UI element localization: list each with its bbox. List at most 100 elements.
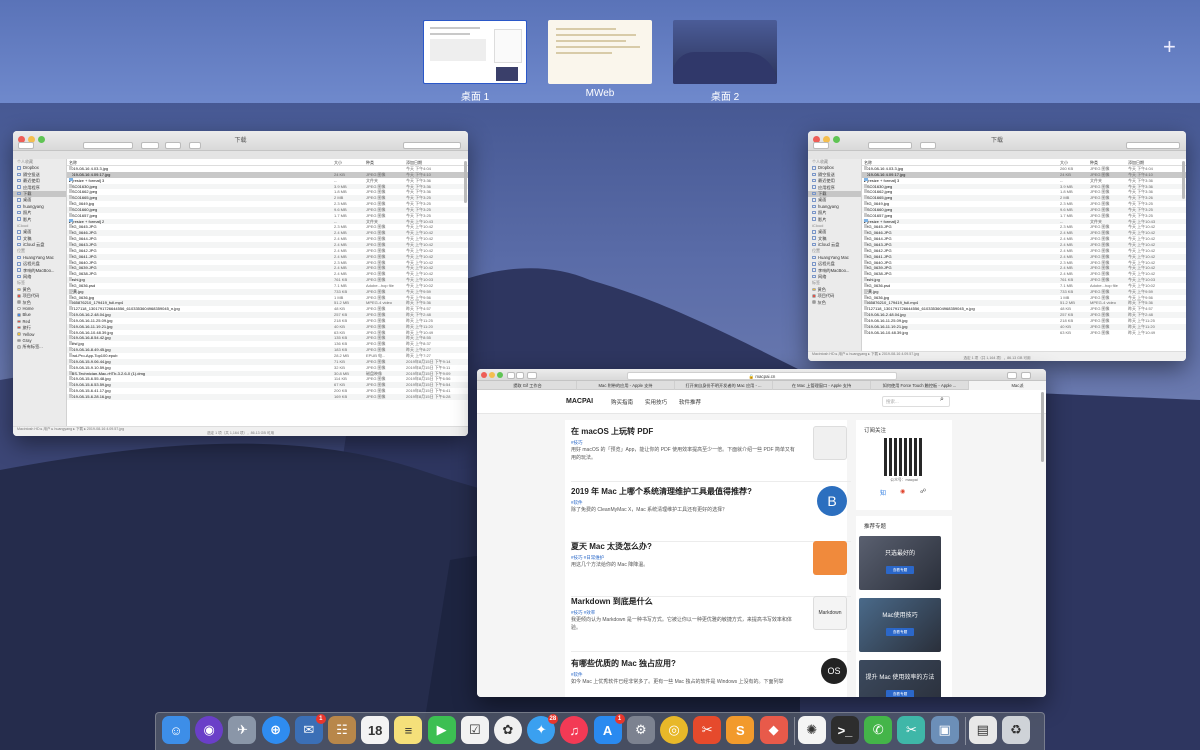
browser-tab[interactable]: Mac 附带的应用 - Apple 支持 (577, 381, 675, 390)
article-title[interactable]: Markdown 到底是什么 (571, 596, 653, 607)
safari-icon[interactable]: ⊕ (261, 716, 290, 744)
article-title[interactable]: 2019 年 Mac 上哪个系统清理维护工具最值得推荐? (571, 486, 752, 497)
finder-window-left[interactable]: 下载 个人收藏 Dropbox 隔空投送 最近使用 应用程序 下载 桌面 huangyang 照… (13, 131, 468, 436)
trash-icon[interactable]: ♻ (1002, 716, 1030, 744)
column-name[interactable]: 名称 (864, 159, 872, 166)
system-preferences-icon[interactable]: ⚙ (626, 716, 655, 744)
terminal-icon[interactable]: >_ (831, 716, 859, 744)
sublime-icon[interactable]: S (726, 716, 755, 744)
music-icon[interactable]: ♫ (560, 716, 589, 744)
browser-tab[interactable]: Mac派 (969, 381, 1046, 390)
preview-icon[interactable]: ▣ (930, 716, 959, 744)
pdf-thumbnail[interactable] (813, 426, 847, 460)
calendar-icon[interactable]: 18 (361, 716, 390, 744)
article-tags[interactable]: #软件 (571, 500, 583, 506)
sidebar-item[interactable]: 所有标签... (13, 344, 66, 350)
laptop-thumbnail[interactable] (813, 541, 847, 575)
nav-item-tips[interactable]: 实用技巧 (645, 398, 667, 406)
column-date[interactable]: 添加日期 (1128, 159, 1144, 166)
browser-tab[interactable]: 在 Mac 上管理窗口 - Apple 支持 (773, 381, 871, 390)
markdown-thumbnail[interactable]: Markdown (813, 596, 847, 630)
browser-tab[interactable]: 提取 Gif 工作台 (479, 381, 577, 390)
file-row[interactable]: 2019-08-16-10.48.39.jpg 63 KB JPEG 图像 昨天 上午… (862, 329, 1186, 336)
facetime-icon[interactable]: ▶ (427, 716, 456, 744)
action-button[interactable] (920, 142, 936, 149)
article-tags[interactable]: #技巧 #效率 (571, 610, 595, 616)
share-button[interactable] (189, 142, 201, 149)
article-item[interactable]: Markdown 到底是什么 #技巧 #效率 我更倾向认为 Markdown 是一种… (571, 596, 851, 652)
rss-icon[interactable]: ☍ (920, 488, 926, 495)
space-thumbnail-desktop-2[interactable] (673, 20, 777, 84)
column-kind[interactable]: 种类 (1090, 159, 1098, 166)
article-title[interactable]: 夏天 Mac 太烫怎么办? (571, 541, 652, 552)
contacts-icon[interactable]: ☷ (328, 716, 356, 744)
macos-thumbnail[interactable]: OS (821, 658, 847, 684)
utility-icon[interactable]: ✂ (897, 716, 926, 744)
weibo-icon[interactable]: ◉ (900, 488, 905, 495)
topic-card[interactable]: 只选最好的 查看专题 (859, 536, 941, 590)
reminders-icon[interactable]: ☑ (460, 716, 489, 744)
file-row[interactable]: 2019-08-15-6.28.16.jpg 169 KB JPEG 图像 2019年… (67, 393, 468, 400)
sidebar-button[interactable] (527, 371, 537, 379)
column-size[interactable]: 大小 (334, 159, 342, 166)
app-red-icon[interactable]: ✂ (693, 716, 722, 744)
wechat-icon[interactable]: ✆ (864, 716, 893, 744)
article-title[interactable]: 在 macOS 上玩转 PDF (571, 426, 653, 437)
search-field[interactable] (1126, 142, 1180, 149)
action-button[interactable] (165, 142, 181, 149)
column-date[interactable]: 添加日期 (406, 159, 422, 166)
zoom-button[interactable] (497, 371, 503, 378)
pinwheel-icon[interactable]: ✺ (797, 716, 826, 744)
column-size[interactable]: 大小 (1060, 159, 1068, 166)
add-space-button[interactable]: + (1163, 36, 1176, 58)
view-mode-buttons[interactable] (83, 142, 133, 149)
arrange-button[interactable] (141, 142, 159, 149)
forward-button[interactable] (516, 371, 524, 379)
browser-tab[interactable]: 如何使用 Force Touch 触控板 - Apple ... (871, 381, 969, 390)
article-item[interactable]: 在 macOS 上玩转 PDF #技巧 用好 macOS 的「预览」App，能让你的… (571, 426, 851, 482)
back-forward-buttons[interactable] (813, 142, 829, 149)
zhihu-icon[interactable]: 知 (880, 488, 886, 497)
view-topic-button[interactable]: 查看专题 (886, 690, 914, 697)
launchpad-icon[interactable]: ✈ (228, 716, 257, 744)
minimize-button[interactable] (489, 371, 495, 378)
chrome-icon[interactable]: ◎ (660, 716, 688, 744)
mail-photo-icon[interactable]: ✉ 1 (294, 714, 326, 744)
page-scrollbar[interactable] (1041, 392, 1044, 462)
sidebar-item[interactable]: 灰色 (808, 300, 861, 306)
scrollbar[interactable] (1182, 161, 1185, 199)
close-button[interactable] (481, 371, 487, 378)
space-thumbnail-desktop-1[interactable] (423, 20, 527, 84)
article-item[interactable]: 夏天 Mac 太烫怎么办? #技巧 #日常维护 用这几个方法给你的 Mac 降降温。 (571, 541, 851, 597)
back-button[interactable] (507, 371, 515, 379)
topic-card[interactable]: 提升 Mac 使用效率的方法 查看专题 (859, 660, 941, 697)
column-kind[interactable]: 种类 (366, 159, 374, 166)
browser-tab[interactable]: 打开来自身份不明开发者的 Mac 应用 - ... (675, 381, 773, 390)
back-forward-buttons[interactable] (18, 142, 34, 149)
search-icon[interactable]: ⌕ (940, 396, 944, 404)
article-item[interactable]: 2019 年 Mac 上哪个系统清理维护工具最值得推荐? #软件 除了免费的 Cle… (571, 486, 851, 542)
search-field[interactable] (403, 142, 461, 149)
address-bar[interactable]: 🔒 macpai.cn (627, 371, 897, 380)
site-logo[interactable]: MACPAI (566, 398, 593, 405)
article-tags[interactable]: #技巧 #日常维护 (571, 555, 604, 561)
article-title[interactable]: 有哪些优质的 Mac 独占应用? (571, 658, 676, 669)
column-name[interactable]: 名称 (69, 159, 77, 166)
space-thumbnail-mweb[interactable] (548, 20, 652, 84)
view-topic-button[interactable]: 查看专题 (886, 566, 914, 574)
share-button[interactable] (1007, 371, 1017, 379)
view-topic-button[interactable]: 查看专题 (886, 628, 914, 636)
affinity-icon[interactable]: ◆ (759, 716, 788, 744)
cleanmymac-thumbnail[interactable]: B (817, 486, 847, 516)
nav-item-buying-guide[interactable]: 购买指南 (611, 398, 633, 406)
view-mode-buttons[interactable] (868, 142, 912, 149)
downloads-stack-icon[interactable]: ▤ (968, 716, 997, 744)
tabs-button[interactable] (1021, 371, 1031, 379)
notes-icon[interactable]: ≡ (394, 716, 423, 744)
finder-icon[interactable]: ☺ (162, 716, 190, 744)
topic-card[interactable]: Mac使用技巧 查看专题 (859, 598, 941, 652)
safari-window[interactable]: 🔒 macpai.cn 提取 Gif 工作台 Mac 附带的应用 - Apple … (477, 369, 1046, 697)
nav-item-software[interactable]: 软件推荐 (679, 398, 701, 406)
siri-icon[interactable]: ◉ (195, 716, 224, 744)
article-tags[interactable]: #软件 (571, 672, 583, 678)
